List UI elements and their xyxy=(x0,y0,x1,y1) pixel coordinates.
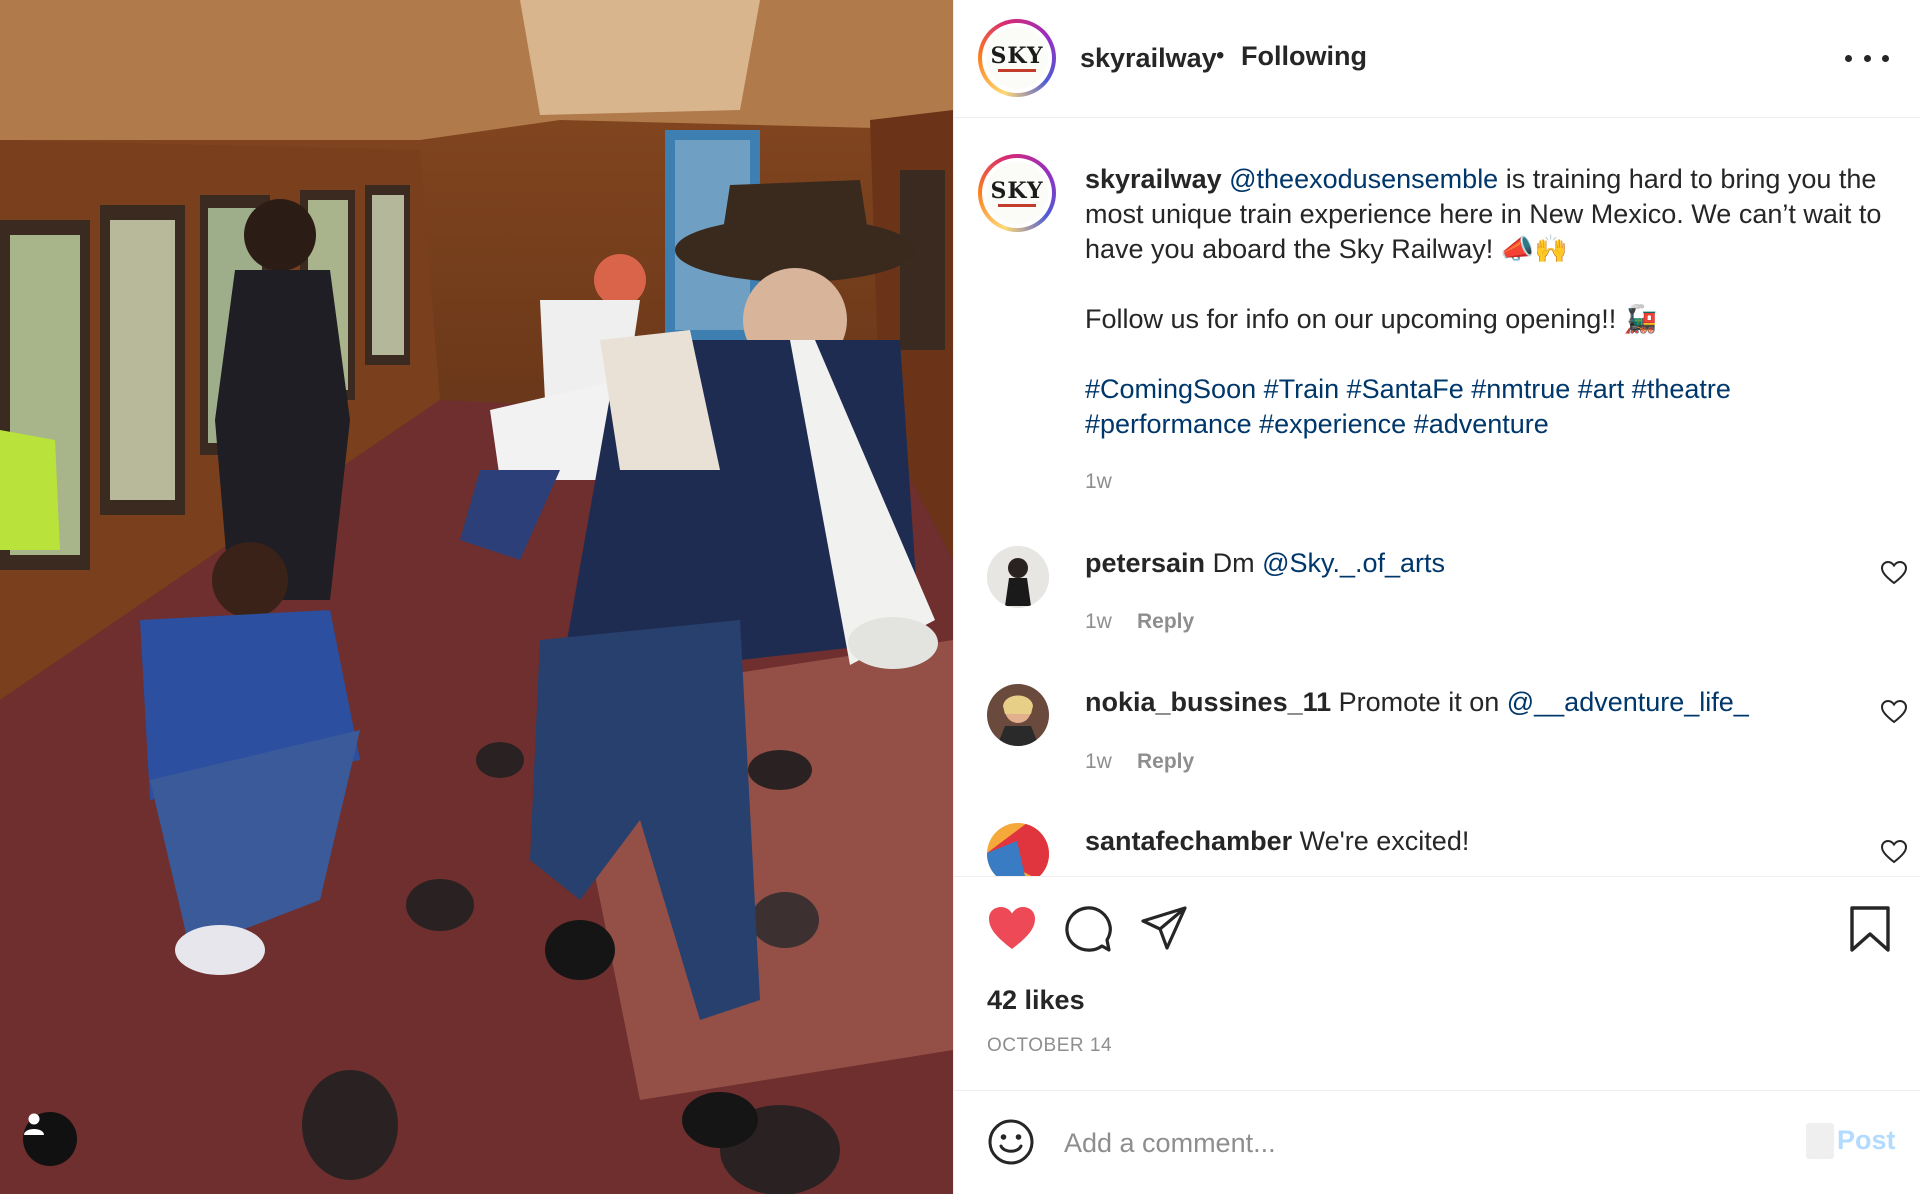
emoji-smiley-icon[interactable] xyxy=(987,1118,1035,1166)
comment-username[interactable]: nokia_bussines_11 xyxy=(1085,687,1331,717)
sky-railway-logo: SKY xyxy=(986,27,1048,89)
logo-text: SKY xyxy=(990,42,1044,69)
save-bookmark-icon[interactable] xyxy=(1848,905,1892,953)
more-dot-icon xyxy=(1863,54,1871,62)
following-button[interactable]: Following xyxy=(1241,41,1367,72)
like-heart-icon[interactable] xyxy=(987,905,1037,951)
tagged-users-button[interactable] xyxy=(23,1112,77,1166)
more-dot-icon xyxy=(1845,54,1852,62)
train-car-scene xyxy=(0,0,953,1194)
separator-dot: • xyxy=(1216,42,1225,69)
comment-3: santafechamber We're excited! xyxy=(1085,826,1469,857)
commenter-avatar[interactable] xyxy=(987,823,1049,876)
comment-mention[interactable]: @__adventure_life_ xyxy=(1507,687,1749,717)
avatar-image xyxy=(987,546,1049,608)
author-avatar[interactable]: SKY xyxy=(978,19,1056,97)
avatar-image xyxy=(987,823,1049,876)
comment-mention[interactable]: @Sky._.of_arts xyxy=(1262,548,1445,578)
like-count[interactable]: 42 likes xyxy=(987,985,1085,1016)
comment-text: Dm xyxy=(1212,548,1263,578)
post-details-panel: SKY skyrailway • Following SKY skyrailwa… xyxy=(953,0,1920,1194)
logo-stripe xyxy=(998,68,1036,72)
post-actions: 42 likes OCTOBER 14 xyxy=(954,876,1920,1090)
reply-button[interactable]: Reply xyxy=(1137,610,1194,634)
more-options-button[interactable] xyxy=(1845,44,1889,72)
caption-avatar[interactable]: SKY xyxy=(978,154,1056,232)
commenter-avatar[interactable] xyxy=(987,684,1049,746)
share-paper-plane-icon[interactable] xyxy=(1140,905,1188,951)
caption-hashtags[interactable]: #ComingSoon #Train #SantaFe #nmtrue #art… xyxy=(1085,372,1895,442)
comment-time[interactable]: 1w xyxy=(1085,610,1112,634)
logo-text: SKY xyxy=(990,177,1044,204)
post-photo[interactable] xyxy=(0,0,953,1194)
comment-text: Promote it on xyxy=(1338,687,1507,717)
sky-railway-logo: SKY xyxy=(986,162,1048,224)
post-header: SKY skyrailway • Following xyxy=(954,0,1920,118)
avatar-image xyxy=(987,684,1049,746)
more-dot-icon xyxy=(1882,54,1889,62)
logo-stripe xyxy=(998,203,1036,207)
comment-time[interactable]: 1w xyxy=(1085,750,1112,774)
comment-like-heart-icon[interactable] xyxy=(1881,561,1907,585)
caption-username[interactable]: skyrailway xyxy=(1085,164,1222,194)
comment-like-heart-icon[interactable] xyxy=(1881,840,1907,864)
caption-time[interactable]: 1w xyxy=(1085,470,1112,494)
commenter-avatar[interactable] xyxy=(987,546,1049,608)
add-comment-input[interactable] xyxy=(1064,1121,1764,1165)
comment-like-heart-icon[interactable] xyxy=(1881,700,1907,724)
post-comment-button[interactable]: Post xyxy=(1837,1125,1896,1156)
add-comment-bar: Post xyxy=(954,1090,1920,1194)
comment-username[interactable]: santafechamber xyxy=(1085,826,1292,856)
comment-1: petersain Dm @Sky._.of_arts xyxy=(1085,548,1445,579)
comments-list[interactable]: SKY skyrailway @theexodusensemble is tra… xyxy=(954,118,1920,876)
scroll-arrows-icon xyxy=(1806,1123,1834,1159)
post-caption: skyrailway @theexodusensemble is trainin… xyxy=(1085,162,1895,442)
comment-2: nokia_bussines_11 Promote it on @__adven… xyxy=(1085,687,1749,718)
comment-text: We're excited! xyxy=(1299,826,1470,856)
caption-follow-text: Follow us for info on our upcoming openi… xyxy=(1085,304,1658,334)
post-date: OCTOBER 14 xyxy=(987,1035,1113,1056)
caption-mention[interactable]: @theexodusensemble xyxy=(1229,164,1498,194)
comment-bubble-icon[interactable] xyxy=(1064,905,1112,953)
comment-username[interactable]: petersain xyxy=(1085,548,1205,578)
author-username[interactable]: skyrailway xyxy=(1080,43,1217,74)
person-icon xyxy=(24,1113,44,1135)
reply-button[interactable]: Reply xyxy=(1137,750,1194,774)
